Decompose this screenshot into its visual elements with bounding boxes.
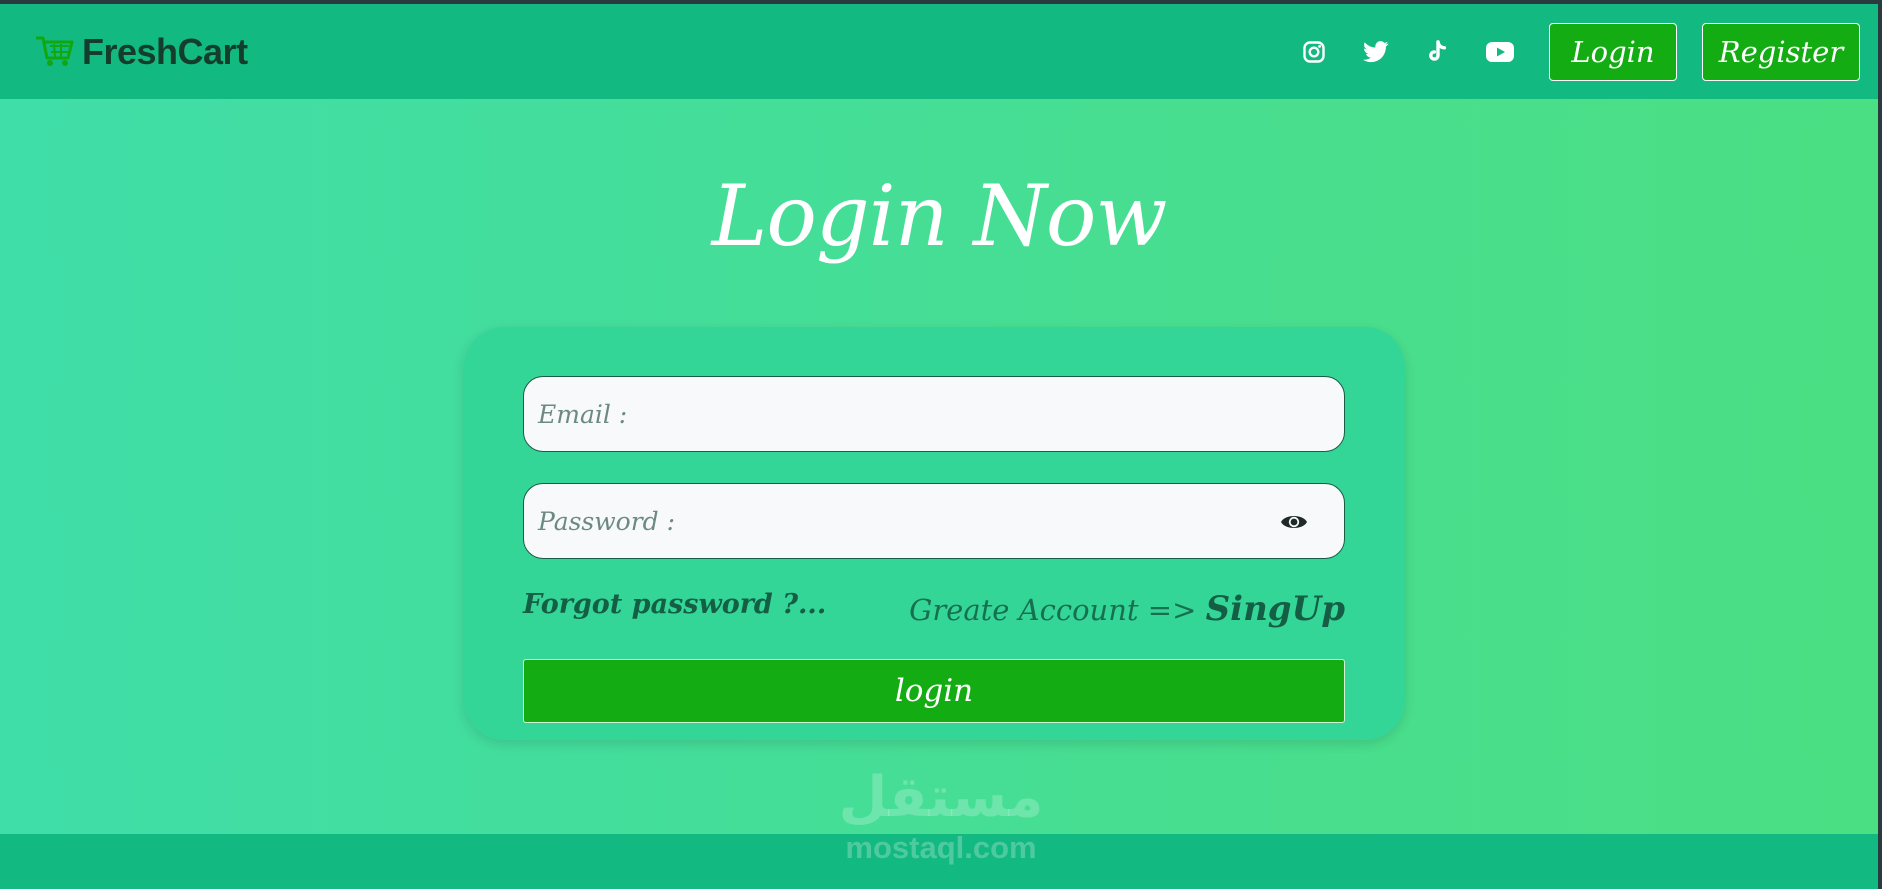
links-row: Forgot password ?... Greate Account => S… bbox=[523, 589, 1345, 629]
watermark-domain: mostaql.com bbox=[845, 830, 1037, 865]
email-placeholder: Email : bbox=[538, 399, 628, 429]
brand-link[interactable]: FreshCart bbox=[34, 31, 248, 73]
watermark: مستقل mostaql.com bbox=[826, 770, 1056, 866]
create-account-label: Greate Account => bbox=[909, 593, 1197, 627]
login-submit-button[interactable]: login bbox=[523, 659, 1345, 723]
cart-icon bbox=[34, 32, 76, 72]
page-title: Login Now bbox=[711, 167, 1168, 265]
page: FreshCart Login Register Login Now Email… bbox=[0, 4, 1878, 889]
nav-register-button[interactable]: Register bbox=[1702, 22, 1860, 81]
navbar: FreshCart Login Register bbox=[0, 4, 1878, 99]
tiktok-icon[interactable] bbox=[1421, 35, 1455, 69]
window-edge bbox=[1878, 0, 1882, 889]
email-field[interactable]: Email : bbox=[523, 376, 1345, 452]
eye-icon[interactable] bbox=[1280, 512, 1308, 532]
social-links bbox=[1297, 35, 1517, 69]
instagram-icon[interactable] bbox=[1297, 35, 1331, 69]
nav-login-button[interactable]: Login bbox=[1549, 22, 1677, 81]
youtube-icon[interactable] bbox=[1483, 35, 1517, 69]
login-card: Email : Password : Forgot password ?... … bbox=[464, 327, 1405, 740]
watermark-arabic: مستقل bbox=[838, 765, 1044, 830]
forgot-password-link[interactable]: Forgot password ?... bbox=[523, 589, 826, 620]
twitter-icon[interactable] bbox=[1359, 35, 1393, 69]
brand-name: FreshCart bbox=[82, 30, 248, 72]
nav-right: Login Register bbox=[1297, 22, 1860, 81]
signup-link[interactable]: SingUp bbox=[1206, 589, 1345, 629]
password-field[interactable]: Password : bbox=[523, 483, 1345, 559]
create-account: Greate Account => SingUp bbox=[909, 589, 1345, 629]
password-placeholder: Password : bbox=[538, 506, 676, 536]
